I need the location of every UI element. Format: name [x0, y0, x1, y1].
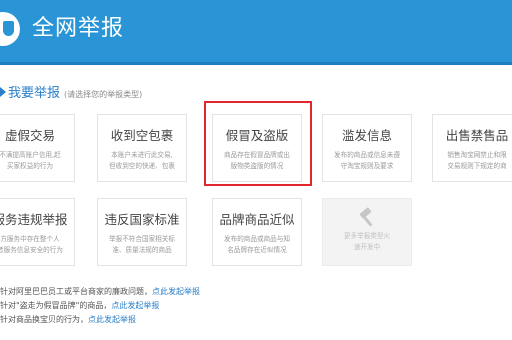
link-text: 针对"盗走为假冒品牌"的商品，: [0, 301, 112, 310]
card-title: 收到空包裹: [110, 128, 174, 143]
report-link[interactable]: 点此发起举报: [88, 315, 136, 324]
card-desc: 不满提高账户信用,赶 买家权益的行为: [0, 151, 61, 170]
card-title: 假冒及盗版: [225, 128, 289, 143]
gavel-icon: [357, 207, 377, 227]
header-bar: 全网举报: [0, 0, 512, 62]
link-text: 针对阿里巴巴员工或平台商家的廉政问题，: [0, 287, 152, 296]
report-card-counterfeit[interactable]: 假冒及盗版 商品存在假冒品牌或出 版物类盗版的情况: [212, 114, 302, 182]
card-title: 出售禁售品: [445, 128, 509, 143]
link-text: 针对商品换宝贝的行为，: [0, 315, 88, 324]
card-title: 服务违规举报: [0, 212, 68, 227]
page-title: 全网举报: [32, 16, 125, 41]
shield-icon: [0, 12, 20, 46]
section-hint: (请选择您的举报类型): [64, 90, 143, 99]
triangle-icon: [0, 87, 6, 97]
card-desc: 发布的商品或信息未遵 守淘宝规则及要求: [334, 151, 400, 170]
report-card-brand-similar[interactable]: 品牌商品近似 发布的商品或商品与知 名品牌存在近似情况: [212, 198, 302, 266]
report-link[interactable]: 点此发起举报: [152, 287, 200, 296]
bottom-link-integrity: 针对阿里巴巴员工或平台商家的廉政问题，点此发起举报: [0, 286, 200, 297]
report-card-national-standard[interactable]: 违反国家标准 举报不符合国家相关标 准、质量法规的商品: [97, 198, 187, 266]
report-card-service-violation[interactable]: 服务违规举报 方服务中存在整个人 者服务信息安全的行为: [0, 198, 75, 266]
report-card-prohibited[interactable]: 出售禁售品 销售淘宝网禁止和限 交易规则下规定的商: [432, 114, 512, 182]
card-desc: 举报不符合国家相关标 准、质量法规的商品: [109, 235, 175, 254]
card-desc: 发布的商品或商品与知 名品牌存在近似情况: [224, 235, 290, 254]
card-title: 品牌商品近似: [219, 212, 295, 227]
card-desc: 销售淘宝网禁止和限 交易规则下规定的商: [447, 151, 507, 170]
card-desc: 本账户未进行此交易, 但收到空的快递、包裹: [109, 151, 175, 170]
bottom-link-swap: 针对商品换宝贝的行为，点此发起举报: [0, 314, 136, 325]
card-desc: 更多举报类型火 速开发中: [343, 232, 391, 251]
report-card-empty-package[interactable]: 收到空包裹 本账户未进行此交易, 但收到空的快递、包裹: [97, 114, 187, 182]
report-card-coming-soon: 更多举报类型火 速开发中: [322, 198, 412, 266]
card-desc: 方服务中存在整个人 者服务信息安全的行为: [0, 235, 63, 254]
report-card-spam[interactable]: 滥发信息 发布的商品或信息未遵 守淘宝规则及要求: [322, 114, 412, 182]
section-title-text: 我要举报: [8, 86, 61, 101]
card-title: 违反国家标准: [104, 212, 180, 227]
bottom-link-counterfeit: 针对"盗走为假冒品牌"的商品，点此发起举报: [0, 300, 159, 311]
report-link[interactable]: 点此发起举报: [111, 301, 159, 310]
card-title: 滥发信息: [341, 128, 392, 143]
header-divider: [0, 62, 512, 65]
report-card-fake-trade[interactable]: 虚假交易 不满提高账户信用,赶 买家权益的行为: [0, 114, 75, 182]
card-desc: 商品存在假冒品牌或出 版物类盗版的情况: [224, 151, 290, 170]
section-title: 我要举报 (请选择您的举报类型): [0, 82, 142, 101]
card-title: 虚假交易: [4, 128, 55, 143]
